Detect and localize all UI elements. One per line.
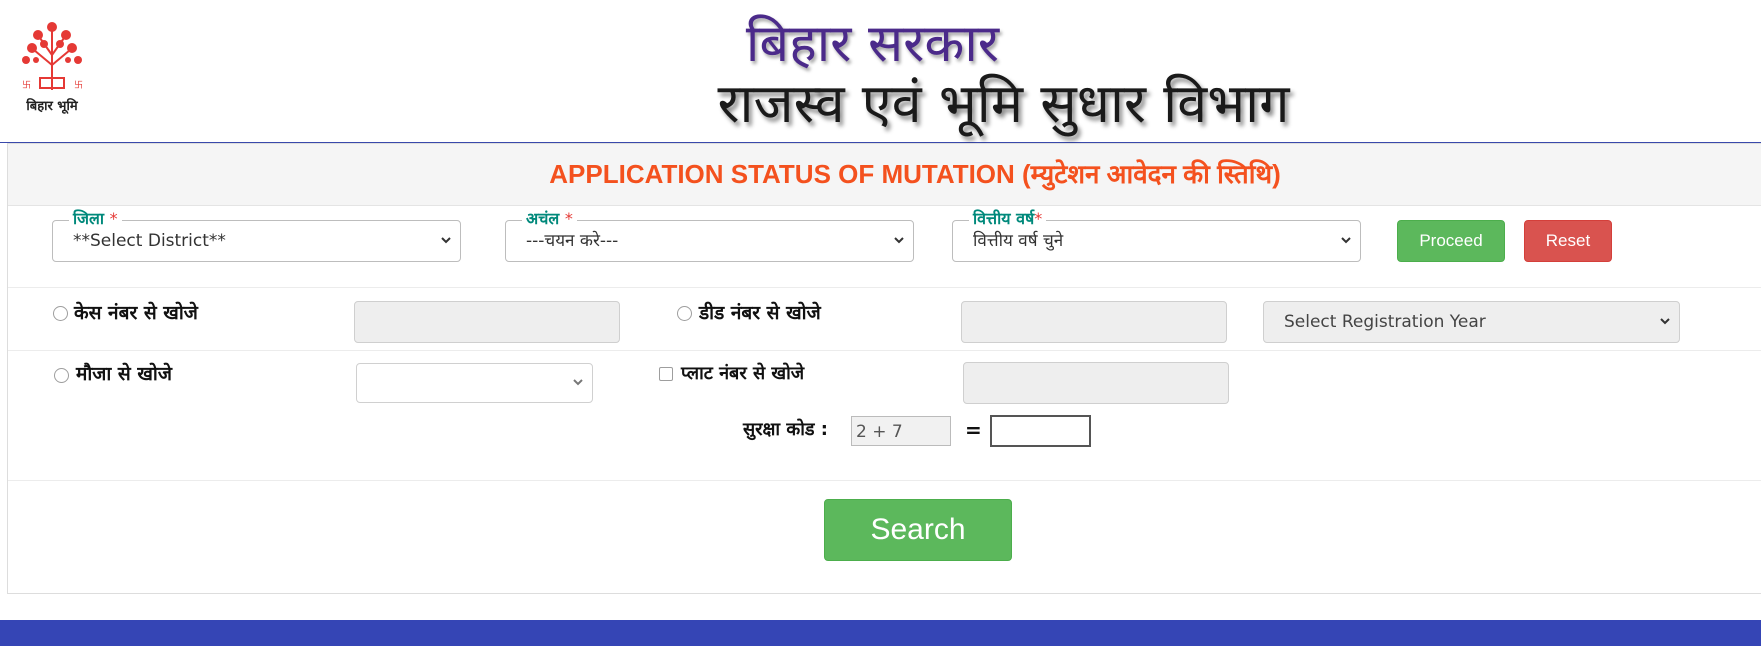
circle-legend-text: अचंल bbox=[526, 209, 560, 228]
district-select[interactable]: जिला * **Select District** bbox=[52, 208, 461, 262]
district-legend-text: जिला bbox=[73, 209, 105, 228]
department-title: राजस्व एवं भूमि सुधार विभाग bbox=[0, 72, 1761, 136]
captcha-answer-input[interactable] bbox=[990, 415, 1091, 447]
deed-number-radio[interactable] bbox=[677, 306, 692, 321]
department-title-text: राजस्व एवं भूमि सुधार विभाग bbox=[717, 72, 1290, 135]
district-selected-value: **Select District** bbox=[73, 231, 226, 251]
plot-number-checkbox[interactable] bbox=[659, 367, 673, 381]
circle-selected-value: ---चयन करे--- bbox=[526, 231, 619, 251]
government-title: बिहार सरकार bbox=[0, 14, 1761, 74]
footer-bar bbox=[0, 620, 1761, 646]
circle-required-mark: * bbox=[564, 209, 573, 228]
financial-year-legend: वित्तीय वर्ष* bbox=[969, 208, 1047, 230]
plot-number-label: प्लाट नंबर से खोजे bbox=[681, 363, 805, 384]
captcha-label: सुरक्षा कोड : bbox=[743, 419, 828, 440]
financial-year-selected-value: वित्तीय वर्ष चुने bbox=[973, 231, 1064, 251]
search-button[interactable]: Search bbox=[824, 499, 1012, 561]
captcha-question: 2 + 7 bbox=[851, 416, 951, 446]
chevron-down-icon bbox=[1660, 318, 1670, 325]
district-required-mark: * bbox=[109, 209, 118, 228]
registration-year-select[interactable]: Select Registration Year bbox=[1263, 301, 1680, 343]
divider bbox=[8, 287, 1761, 288]
chevron-down-icon bbox=[1341, 237, 1351, 244]
financial-year-legend-text: वित्तीय वर्ष bbox=[973, 209, 1035, 228]
mutation-status-panel: APPLICATION STATUS OF MUTATION (म्युटेशन… bbox=[7, 143, 1761, 594]
plot-number-input[interactable] bbox=[963, 362, 1229, 404]
mauja-select[interactable] bbox=[356, 363, 593, 403]
circle-select[interactable]: अचंल * ---चयन करे--- bbox=[505, 208, 914, 262]
circle-legend: अचंल * bbox=[522, 208, 577, 230]
financial-year-required-mark: * bbox=[1034, 209, 1043, 228]
government-title-text: बिहार सरकार bbox=[745, 14, 1000, 74]
equals-sign: = bbox=[965, 418, 982, 442]
site-header: 卐 卐 बिहार भूमि बिहार सरकार राजस्व एवं भू… bbox=[0, 0, 1761, 143]
district-legend: जिला * bbox=[69, 208, 122, 230]
divider bbox=[8, 350, 1761, 351]
reset-button[interactable]: Reset bbox=[1524, 220, 1612, 262]
chevron-down-icon bbox=[573, 379, 583, 386]
mauja-radio[interactable] bbox=[54, 368, 69, 383]
case-number-input[interactable] bbox=[354, 301, 620, 343]
deed-number-label: डीड नंबर से खोजे bbox=[699, 302, 821, 324]
divider bbox=[8, 480, 1761, 481]
mauja-label: मौजा से खोजे bbox=[76, 363, 172, 385]
chevron-down-icon bbox=[441, 237, 451, 244]
case-number-label: केस नंबर से खोजे bbox=[74, 302, 198, 324]
registration-year-selected-value: Select Registration Year bbox=[1284, 312, 1486, 332]
financial-year-select[interactable]: वित्तीय वर्ष* वित्तीय वर्ष चुने bbox=[952, 208, 1361, 262]
proceed-button[interactable]: Proceed bbox=[1397, 220, 1505, 262]
chevron-down-icon bbox=[894, 237, 904, 244]
page-heading: APPLICATION STATUS OF MUTATION (म्युटेशन… bbox=[549, 159, 1281, 189]
case-number-radio[interactable] bbox=[53, 306, 68, 321]
panel-heading-bar: APPLICATION STATUS OF MUTATION (म्युटेशन… bbox=[8, 144, 1761, 206]
deed-number-input[interactable] bbox=[961, 301, 1227, 343]
